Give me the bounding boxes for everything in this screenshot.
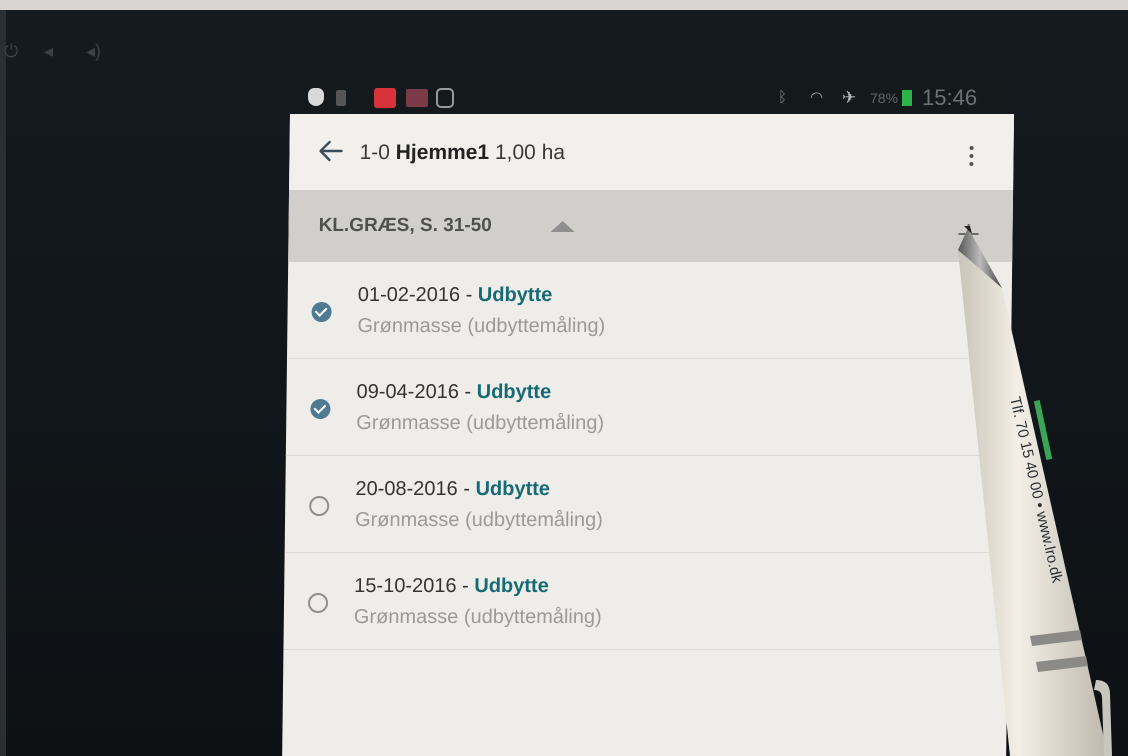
photo-background-strip <box>0 0 1128 10</box>
lock-notification-icon <box>436 88 454 108</box>
item-date: 20-08-2016 <box>355 478 458 500</box>
page-title: 1-0 Hjemme1 1,00 ha <box>359 140 565 166</box>
empty-circle-icon[interactable] <box>309 496 330 516</box>
phone-icon <box>336 90 346 106</box>
title-area: 1,00 ha <box>488 141 566 164</box>
item-kind: Udbytte <box>474 575 549 597</box>
add-button[interactable] <box>956 222 980 246</box>
item-subtitle: Grønmasse (udbyttemåling) <box>356 412 605 434</box>
title-field-name: Hjemme1 <box>395 141 490 164</box>
battery-percent: 78% <box>870 90 899 106</box>
status-bar: ᛒ ◠ ✈ 78% 15:46 <box>298 82 1010 114</box>
item-title: 01-02-2016 - Udbytte <box>358 282 553 308</box>
task-list: 01-02-2016 - Udbytte Grønmasse (udbyttem… <box>283 262 1013 650</box>
item-kind: Udbytte <box>476 381 552 403</box>
app-notification-icon <box>374 88 396 108</box>
list-item[interactable]: 20-08-2016 - Udbytte Grønmasse (udbyttem… <box>284 456 1010 553</box>
app-screen: 1-0 Hjemme1 1,00 ha KL.GRÆS, S. 31-50 01… <box>282 114 1015 756</box>
item-separator: - <box>459 284 479 306</box>
more-vert-icon <box>969 146 974 150</box>
mail-notification-icon <box>406 89 428 107</box>
app-bar: 1-0 Hjemme1 1,00 ha <box>289 114 1015 191</box>
checked-circle-icon[interactable] <box>310 399 331 419</box>
item-title: 09-04-2016 - Udbytte <box>356 379 551 405</box>
volume-down-icon: ◂ <box>44 41 54 61</box>
item-title: 20-08-2016 - Udbytte <box>355 476 550 502</box>
list-item[interactable]: 09-04-2016 - Udbytte Grønmasse (udbyttem… <box>285 359 1012 456</box>
item-title: 15-10-2016 - Udbytte <box>354 573 549 599</box>
back-button[interactable] <box>315 136 345 166</box>
title-prefix: 1-0 <box>359 141 396 164</box>
item-kind: Udbytte <box>477 284 553 306</box>
clock: 15:46 <box>922 85 978 110</box>
checked-circle-icon[interactable] <box>311 302 332 322</box>
item-subtitle: Grønmasse (udbyttemåling) <box>353 606 602 628</box>
overflow-menu-button[interactable] <box>961 142 981 170</box>
more-vert-icon-dot <box>969 154 974 158</box>
list-item[interactable]: 01-02-2016 - Udbytte Grønmasse (udbyttem… <box>287 262 1013 359</box>
item-kind: Udbytte <box>475 478 551 500</box>
item-date: 15-10-2016 <box>354 575 457 597</box>
section-title: KL.GRÆS, S. 31-50 <box>318 215 492 236</box>
volume-up-icon: ◂) <box>86 41 102 61</box>
shield-icon <box>308 88 324 106</box>
item-subtitle: Grønmasse (udbyttemåling) <box>357 315 606 337</box>
item-date: 09-04-2016 <box>356 381 460 403</box>
item-separator: - <box>458 381 477 403</box>
battery-icon <box>902 90 912 106</box>
item-date: 01-02-2016 <box>357 284 461 306</box>
power-icon: ⏻ <box>4 41 19 61</box>
item-separator: - <box>456 575 475 597</box>
item-subtitle: Grønmasse (udbyttemåling) <box>354 509 604 531</box>
bluetooth-icon: ᛒ <box>778 89 788 106</box>
item-separator: - <box>457 478 476 500</box>
airplane-mode-icon: ✈ <box>842 88 857 107</box>
empty-circle-icon[interactable] <box>307 593 329 613</box>
back-arrow-icon <box>319 140 343 162</box>
more-vert-icon-dot <box>969 162 974 166</box>
wifi-icon: ◠ <box>810 89 824 106</box>
section-header[interactable]: KL.GRÆS, S. 31-50 <box>288 190 1014 262</box>
list-item[interactable]: 15-10-2016 - Udbytte Grønmasse (udbyttem… <box>283 553 1009 650</box>
collapse-triangle-icon[interactable] <box>550 221 575 232</box>
tablet-edge <box>0 10 6 756</box>
